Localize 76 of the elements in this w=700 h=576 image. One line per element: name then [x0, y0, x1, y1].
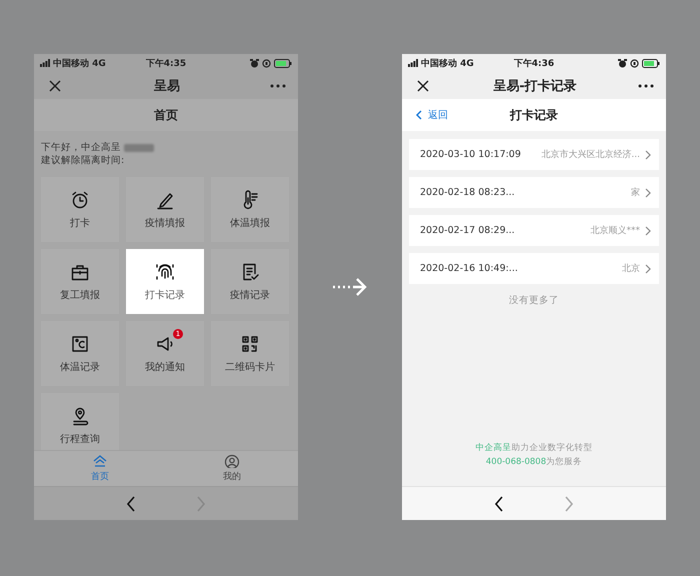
battery-icon: [274, 58, 292, 68]
status-time: 下午4:35: [146, 58, 186, 70]
battery-icon: [642, 58, 660, 68]
tab-label: 我的: [223, 470, 241, 483]
feature-tile[interactable]: 体温记录: [41, 321, 119, 386]
carrier-label: 中国移动 4G: [421, 57, 474, 70]
signal-icon: [40, 59, 50, 67]
tile-label: 体温记录: [60, 360, 100, 374]
home-icon: [92, 454, 108, 468]
record-row[interactable]: 2020-02-16 10:49:... 北京: [409, 253, 659, 284]
celsius-box-icon: [70, 334, 90, 354]
chevron-right-icon: [645, 264, 651, 274]
record-row[interactable]: 2020-02-17 08:29... 北京顺义***: [409, 215, 659, 246]
alarm-icon: [250, 58, 259, 68]
end-note: 没有更多了: [508, 294, 560, 307]
feature-tile[interactable]: 疫情记录: [211, 249, 289, 314]
record-row[interactable]: 2020-02-18 08:23... 家: [409, 177, 659, 208]
record-place: 北京顺义***: [590, 224, 640, 237]
window-title: 呈易-打卡记录: [493, 78, 577, 94]
record-place: 北京: [621, 262, 640, 275]
feature-tile[interactable]: 疫情填报: [126, 177, 204, 242]
alarm-clock-icon: [70, 190, 90, 210]
record-place: 北京市大兴区北京经济...: [540, 148, 640, 161]
feature-tile[interactable]: 体温填报: [211, 177, 289, 242]
close-icon[interactable]: [416, 78, 430, 92]
rotation-lock-icon: [630, 58, 639, 68]
record-place: 家: [630, 186, 640, 199]
record-time: 2020-02-16 10:49:...: [420, 263, 518, 274]
record-time: 2020-03-10 10:17:09: [420, 149, 521, 160]
tile-label: 体温填报: [230, 216, 270, 230]
window-title: 呈易: [154, 78, 180, 94]
tab-item[interactable]: 我的: [166, 451, 298, 486]
record-time: 2020-02-18 08:23...: [420, 187, 515, 198]
redacted-name: [124, 144, 154, 152]
signal-icon: [408, 59, 418, 67]
close-icon[interactable]: [48, 78, 62, 92]
carrier-label: 中国移动 4G: [53, 57, 106, 70]
feature-tile[interactable]: 二维码卡片: [211, 321, 289, 386]
chevron-left-icon: [416, 110, 422, 120]
feature-tile[interactable]: 打卡记录: [126, 249, 204, 314]
tile-label: 打卡记录: [145, 288, 185, 302]
greeting-text: 下午好，中企高呈: [41, 141, 121, 154]
record-row[interactable]: 2020-03-10 10:17:09 北京市大兴区北京经济...: [409, 139, 659, 170]
footer-highlight: 400-068-0808: [486, 457, 546, 467]
footer-text: 助力企业数字化转型: [512, 443, 592, 453]
back-icon[interactable]: [126, 496, 136, 512]
fingerprint-icon: [155, 262, 175, 282]
tile-label: 打卡: [70, 216, 90, 230]
qr-code-icon: [240, 334, 260, 354]
footer-highlight: 中企高呈: [476, 443, 512, 453]
tile-label: 疫情记录: [230, 288, 270, 302]
footer-text: 为您服务: [546, 457, 582, 467]
alarm-icon: [618, 58, 627, 68]
status-time: 下午4:36: [514, 58, 554, 70]
tile-label: 行程查询: [60, 432, 100, 446]
rotation-lock-icon: [262, 58, 271, 68]
feature-tile[interactable]: 打卡: [41, 177, 119, 242]
back-link[interactable]: 返回: [416, 99, 448, 131]
back-icon[interactable]: [494, 496, 504, 512]
more-icon[interactable]: [638, 84, 654, 88]
tile-label: 复工填报: [60, 288, 100, 302]
page-title: 打卡记录: [510, 106, 558, 124]
arrow-icon: [331, 276, 369, 298]
tile-label: 我的通知: [145, 360, 185, 374]
record-time: 2020-02-17 08:29...: [420, 225, 515, 236]
chevron-right-icon: [645, 188, 651, 198]
tile-label: 二维码卡片: [225, 360, 275, 374]
chevron-right-icon: [645, 150, 651, 160]
advice-text: 建议解除隔离时间:: [41, 154, 126, 167]
tile-label: 疫情填报: [145, 216, 185, 230]
feature-tile[interactable]: 复工填报: [41, 249, 119, 314]
feature-tile[interactable]: 行程查询: [41, 393, 119, 450]
chevron-right-icon: [645, 226, 651, 236]
tab-label: 首页: [91, 470, 109, 483]
more-icon[interactable]: [270, 84, 286, 88]
page-title: 首页: [154, 106, 178, 124]
